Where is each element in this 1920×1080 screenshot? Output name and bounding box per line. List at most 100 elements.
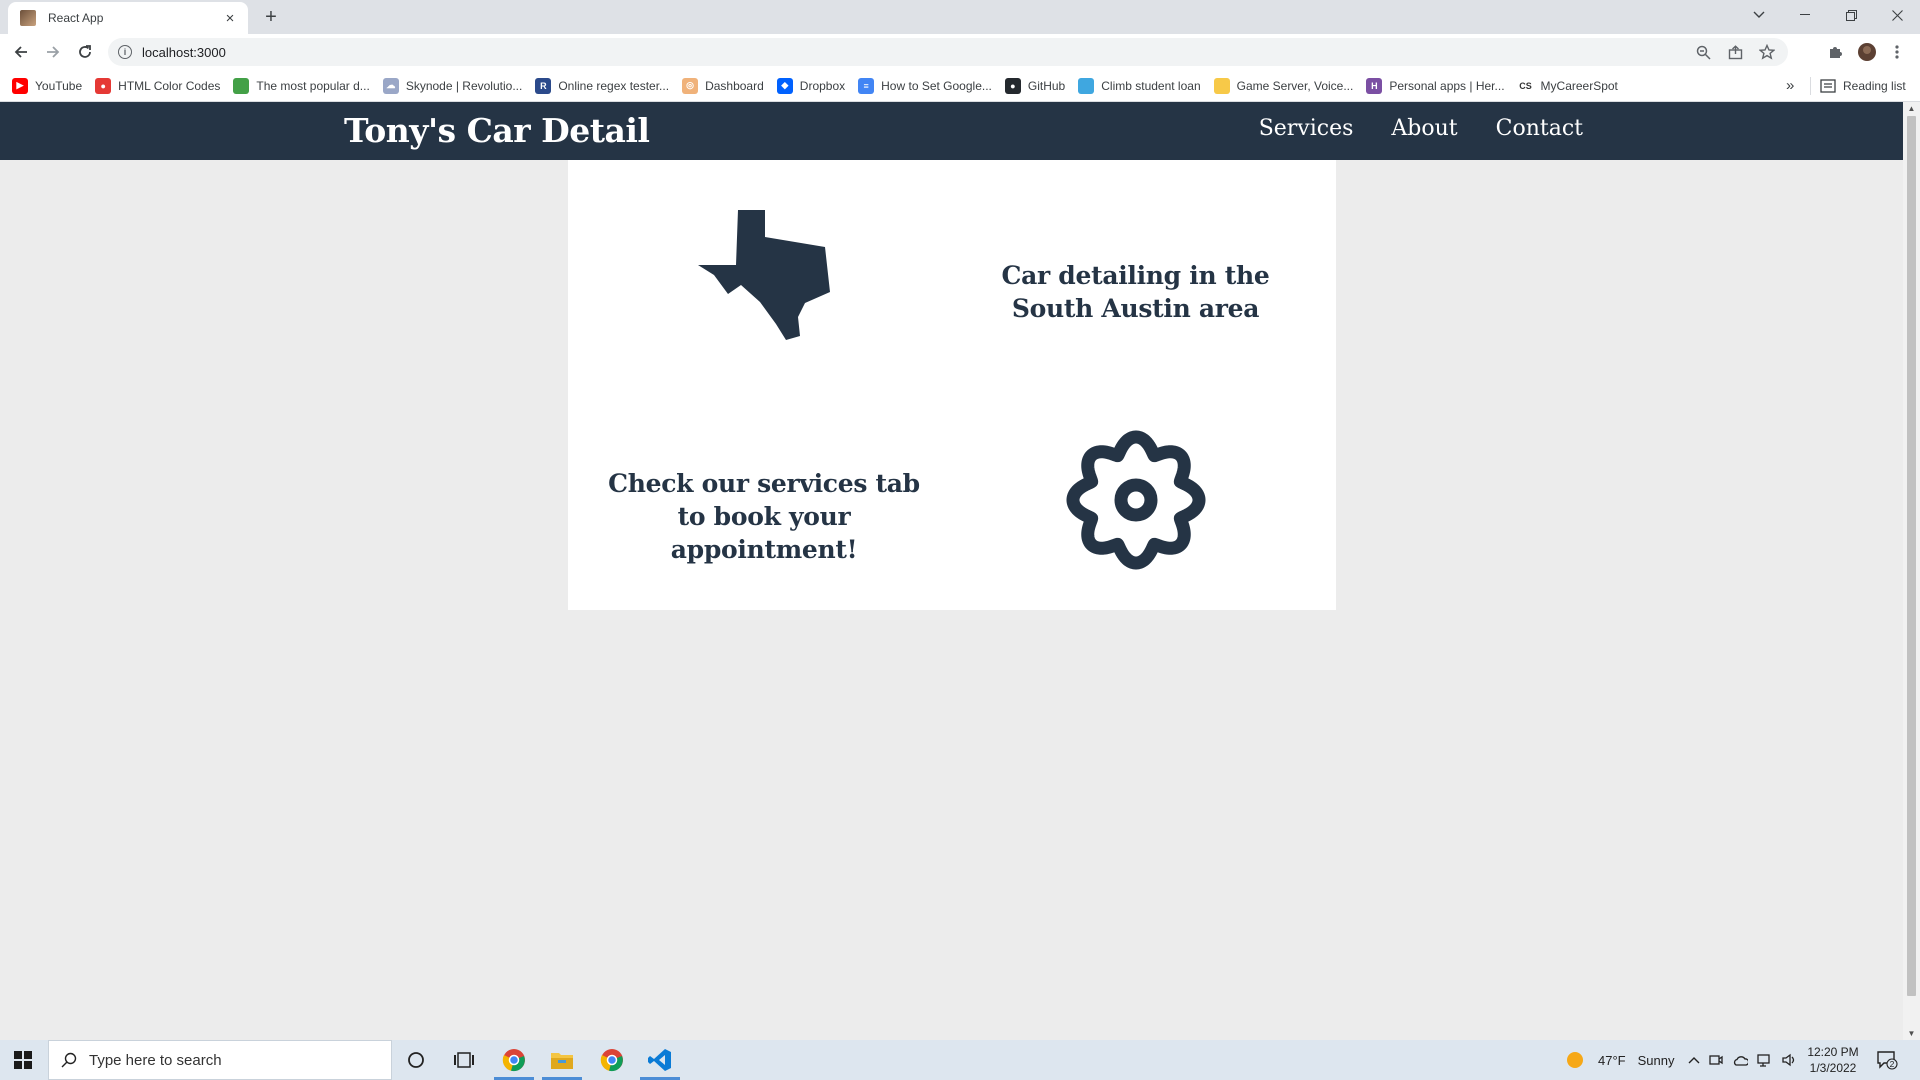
tab-favicon-icon — [20, 10, 36, 26]
tab-title: React App — [48, 11, 104, 25]
windows-taskbar: Type here to search 47°F Sunny 12:20 PM … — [0, 1040, 1920, 1080]
bookmark-favicon-icon — [1213, 77, 1230, 94]
profile-avatar[interactable] — [1854, 39, 1880, 65]
task-view-icon[interactable] — [440, 1040, 488, 1080]
reading-list-button[interactable]: Reading list — [1820, 70, 1906, 102]
texas-map-icon — [698, 210, 830, 340]
browser-toolbar: i localhost:3000 — [0, 34, 1920, 70]
page-scrollbar[interactable]: ▲ ▼ — [1903, 102, 1920, 1040]
bookmark-favicon-icon — [233, 77, 250, 94]
bookmark-item[interactable]: ☁ Skynode | Revolutio... — [382, 77, 523, 94]
scroll-up-icon[interactable]: ▲ — [1907, 104, 1916, 113]
windows-start-icon[interactable] — [0, 1040, 46, 1080]
notification-center-icon[interactable]: 2 — [1876, 1040, 1898, 1080]
bookmark-item[interactable]: H Personal apps | Her... — [1366, 77, 1505, 94]
bookmark-item[interactable]: The most popular d... — [233, 77, 370, 94]
info-card: Car detailing in the South Austin area C… — [568, 160, 1336, 610]
minimize-button[interactable] — [1782, 0, 1828, 30]
reading-list-label: Reading list — [1843, 79, 1906, 93]
nav-link-contact[interactable]: Contact — [1496, 116, 1583, 141]
bookmark-item[interactable]: CS MyCareerSpot — [1517, 77, 1618, 94]
bookmark-item[interactable]: ● HTML Color Codes — [95, 77, 220, 94]
nav-link-about[interactable]: About — [1391, 116, 1457, 141]
network-icon[interactable] — [1757, 1053, 1773, 1067]
bookmark-favicon-icon: H — [1366, 77, 1383, 94]
close-window-button[interactable] — [1874, 0, 1920, 30]
bookmark-favicon-icon: ☁ — [382, 77, 399, 94]
chrome-app-icon[interactable] — [588, 1040, 636, 1080]
reload-button[interactable] — [72, 39, 98, 65]
booking-tagline: Check our services tab to book your appo… — [608, 469, 920, 564]
tab-search-icon[interactable] — [1736, 0, 1782, 30]
address-bar[interactable]: i localhost:3000 — [108, 38, 1788, 66]
scroll-down-icon[interactable]: ▼ — [1907, 1029, 1916, 1038]
bookmark-favicon-icon: ≡ — [858, 77, 875, 94]
taskbar-clock[interactable]: 12:20 PM 1/3/2022 — [1798, 1044, 1868, 1076]
location-tagline: Car detailing in the South Austin area — [1001, 261, 1270, 323]
restore-button[interactable] — [1828, 0, 1874, 30]
bookmark-item[interactable]: ≡ How to Set Google... — [858, 77, 992, 94]
weather-text: Sunny — [1637, 1052, 1675, 1068]
onedrive-icon[interactable] — [1732, 1054, 1748, 1066]
scroll-thumb[interactable] — [1907, 116, 1916, 996]
site-brand[interactable]: Tony's Car Detail — [344, 111, 650, 150]
chrome-profile-app-icon[interactable] — [490, 1040, 538, 1080]
bookmark-label: Skynode | Revolutio... — [405, 78, 523, 93]
tab-close-icon[interactable]: × — [222, 10, 238, 27]
cortana-icon[interactable] — [392, 1040, 440, 1080]
bookmark-label: YouTube — [35, 78, 83, 93]
bookmark-label: Climb student loan — [1101, 78, 1201, 93]
bookmark-label: Dashboard — [705, 78, 764, 93]
browser-menu-icon[interactable] — [1884, 39, 1910, 65]
volume-icon[interactable] — [1782, 1053, 1798, 1067]
weather-temp: 47°F — [1598, 1052, 1626, 1068]
url-text[interactable]: localhost:3000 — [142, 45, 1694, 60]
bookmark-favicon-icon: ● — [95, 77, 112, 94]
bookmark-favicon-icon: ◆ — [776, 77, 793, 94]
page-viewport: Tony's Car Detail Services About Contact… — [0, 102, 1903, 1040]
vscode-app-icon[interactable] — [636, 1040, 684, 1080]
bookmark-label: How to Set Google... — [881, 78, 992, 93]
bookmark-item[interactable]: R Online regex tester... — [535, 77, 670, 94]
meet-now-icon[interactable] — [1709, 1053, 1723, 1067]
bookmark-favicon-icon: ● — [1004, 77, 1021, 94]
weather-widget[interactable]: 47°F Sunny — [1566, 1040, 1674, 1080]
bookmarks-bar: ▶ YouTube ● HTML Color Codes The most popula… — [0, 70, 1920, 102]
forward-button[interactable] — [40, 39, 66, 65]
site-nav-links: Services About Contact — [1259, 116, 1583, 141]
site-info-icon[interactable]: i — [118, 45, 132, 59]
bookmark-label: Online regex tester... — [558, 78, 670, 93]
bookmark-favicon-icon: CS — [1517, 77, 1534, 94]
share-icon[interactable] — [1726, 43, 1744, 61]
bookmark-favicon-icon: ◎ — [682, 77, 699, 94]
gear-icon — [1066, 430, 1206, 570]
bookmark-item[interactable]: ◆ Dropbox — [776, 77, 846, 94]
search-icon — [61, 1052, 77, 1068]
sun-icon — [1567, 1052, 1583, 1068]
bookmark-item[interactable]: ▶ YouTube — [12, 77, 83, 94]
file-explorer-icon[interactable] — [538, 1040, 586, 1080]
bookmark-label: Dropbox — [799, 78, 846, 93]
bookmark-item[interactable]: ● GitHub — [1004, 77, 1066, 94]
new-tab-button[interactable]: + — [258, 5, 284, 31]
extensions-icon[interactable] — [1822, 39, 1848, 65]
back-button[interactable] — [8, 39, 34, 65]
tray-overflow-icon[interactable] — [1688, 1056, 1700, 1064]
bookmark-item[interactable]: ◎ Dashboard — [682, 77, 764, 94]
bookmark-item[interactable]: Climb student loan — [1078, 77, 1201, 94]
bookmark-label: GitHub — [1027, 78, 1066, 93]
taskbar-search-input[interactable]: Type here to search — [48, 1040, 392, 1080]
browser-tab[interactable]: React App × — [8, 2, 248, 34]
taskbar-search-placeholder: Type here to search — [89, 1051, 222, 1069]
bookmark-star-icon[interactable] — [1758, 43, 1776, 61]
nav-link-services[interactable]: Services — [1259, 116, 1354, 141]
clock-time: 12:20 PM — [1807, 1045, 1859, 1059]
bookmark-favicon-icon: R — [535, 77, 552, 94]
reading-list-icon — [1820, 79, 1836, 93]
bookmarks-overflow-icon[interactable]: » — [1786, 70, 1794, 102]
system-tray — [1688, 1040, 1798, 1080]
bookmark-item[interactable]: Game Server, Voice... — [1213, 77, 1354, 94]
zoom-icon[interactable] — [1694, 43, 1712, 61]
bookmark-label: MyCareerSpot — [1540, 78, 1618, 93]
bookmark-label: Game Server, Voice... — [1236, 78, 1354, 93]
